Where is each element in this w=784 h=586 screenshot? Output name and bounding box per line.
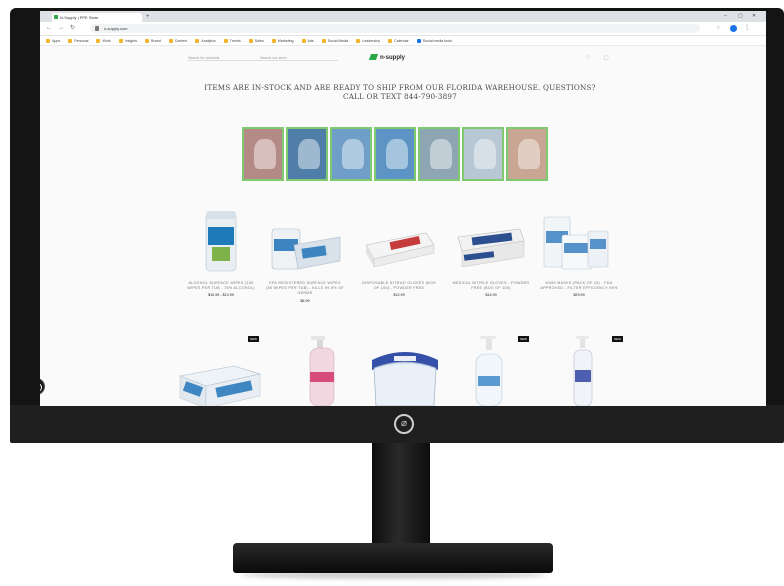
product-price: $12.99 <box>393 293 405 298</box>
product-image[interactable] <box>284 336 362 406</box>
bookmarks-bar: Apps Personal Work Insights Brand Conten… <box>40 36 766 46</box>
maximize-icon[interactable]: ▢ <box>738 12 743 21</box>
product-card[interactable] <box>284 336 362 406</box>
bookmark-item[interactable]: Trends <box>223 38 241 43</box>
back-icon[interactable]: ← <box>46 24 52 33</box>
bookmark-item[interactable]: Work <box>96 38 111 43</box>
monitor-screen: N-Supply | PPE Store + – ▢ ✕ ← → ↻ n-sup… <box>40 11 766 406</box>
product-name[interactable]: MEDICAL NITRILE GLOVES - POWDER FREE (BO… <box>452 281 530 291</box>
bookmark-item[interactable]: Ads <box>301 38 314 43</box>
minimize-icon[interactable]: – <box>724 12 727 21</box>
bookmark-item[interactable]: Personal <box>68 38 88 43</box>
product-name[interactable]: EPA REGISTERED SURFACE WIPES (50 WIPES P… <box>266 281 344 297</box>
product-card[interactable]: NEW <box>458 336 536 406</box>
product-image[interactable] <box>360 207 438 273</box>
tab-title: N-Supply | PPE Store <box>60 15 99 20</box>
product-price: $29.99 <box>573 293 585 298</box>
product-card[interactable]: MEDICAL NITRILE GLOVES - POWDER FREE (BO… <box>452 207 530 297</box>
hp-logo-icon: ⌀ <box>394 414 414 434</box>
browser-tab[interactable]: N-Supply | PPE Store <box>52 13 142 22</box>
product-image[interactable] <box>366 336 444 406</box>
product-card[interactable]: ALCOHOL SURFACE WIPES (100 WIPES PER TUB… <box>182 207 260 297</box>
bookmark-item[interactable]: Sales <box>248 38 264 43</box>
product-image[interactable] <box>458 336 536 406</box>
strip-photo[interactable] <box>374 127 416 181</box>
product-price: $10.99 - $13.99 <box>208 293 234 298</box>
product-price: $14.99 <box>485 293 497 298</box>
product-image[interactable] <box>266 207 344 273</box>
leaf-logo-icon <box>368 54 379 60</box>
product-image[interactable] <box>540 207 618 273</box>
new-tab-button[interactable]: + <box>146 13 150 22</box>
strip-photo[interactable] <box>286 127 328 181</box>
strip-photo[interactable] <box>418 127 460 181</box>
product-name[interactable]: ALCOHOL SURFACE WIPES (100 WIPES PER TUB… <box>182 281 260 291</box>
bookmark-item[interactable]: Brand <box>145 38 161 43</box>
strip-photo[interactable] <box>506 127 548 181</box>
bookmark-item[interactable]: Social media tools <box>416 38 452 43</box>
header-icons[interactable]: ♡ ⬚ <box>586 55 615 61</box>
url-text: n-supply.com <box>104 26 128 31</box>
bookmark-item[interactable]: Social Media <box>321 38 348 43</box>
bookmark-item[interactable]: Apps <box>46 38 60 43</box>
bookmark-item[interactable]: Analytics <box>195 38 216 43</box>
browser-tabstrip: N-Supply | PPE Store + – ▢ ✕ <box>40 11 766 22</box>
product-image[interactable] <box>452 207 530 273</box>
favicon-icon <box>54 15 58 19</box>
close-icon[interactable]: ✕ <box>752 12 756 21</box>
bookmark-item[interactable]: Leadership <box>356 38 380 43</box>
product-card[interactable]: NEW <box>176 336 262 406</box>
product-price: $8.99 <box>300 298 310 303</box>
product-card[interactable] <box>366 336 444 406</box>
star-icon[interactable]: ☆ <box>716 24 720 33</box>
strip-photo[interactable] <box>462 127 504 181</box>
chat-button[interactable] <box>40 378 45 395</box>
product-card[interactable]: DISPOSABLE NITRILE GLOVES (BOX OF 100) -… <box>360 207 438 297</box>
strip-photo[interactable] <box>330 127 372 181</box>
product-card[interactable]: NEW <box>548 336 626 406</box>
strip-photo[interactable] <box>242 127 284 181</box>
product-name[interactable]: KN95 MASKS (PACK OF 10) - FDA APPROVED -… <box>540 281 618 291</box>
site-logo[interactable]: n-supply <box>368 54 405 61</box>
lock-icon <box>95 26 99 31</box>
product-card[interactable]: EPA REGISTERED SURFACE WIPES (50 WIPES P… <box>266 207 344 303</box>
site-search-hint[interactable]: Search our store <box>260 56 287 60</box>
product-card[interactable]: KN95 MASKS (PACK OF 10) - FDA APPROVED -… <box>540 207 618 297</box>
reload-icon[interactable]: ↻ <box>70 24 75 33</box>
browser-toolbar: ← → ↻ n-supply.com ☆ ⋮ <box>40 22 766 36</box>
monitor-stand-base <box>233 543 553 573</box>
bookmark-item[interactable]: Calendar <box>388 38 409 43</box>
site-header: Search for products Search our store n-s… <box>40 47 766 69</box>
monitor-stand-neck <box>372 443 430 549</box>
shipping-headline: ITEMS ARE IN-STOCK AND ARE READY TO SHIP… <box>204 83 596 101</box>
product-image[interactable] <box>176 336 262 406</box>
address-bar[interactable]: n-supply.com <box>90 24 700 33</box>
product-image[interactable] <box>548 336 626 406</box>
product-name[interactable]: DISPOSABLE NITRILE GLOVES (BOX OF 100) -… <box>360 281 438 291</box>
bookmark-item[interactable]: Insights <box>118 38 137 43</box>
bookmark-item[interactable]: Content <box>168 38 187 43</box>
menu-icon[interactable]: ⋮ <box>744 24 750 33</box>
product-image[interactable] <box>182 207 260 273</box>
profile-avatar[interactable] <box>730 25 737 32</box>
image-strip <box>242 127 554 181</box>
forward-icon[interactable]: → <box>58 24 64 33</box>
bookmark-item[interactable]: Marketing <box>271 38 294 43</box>
